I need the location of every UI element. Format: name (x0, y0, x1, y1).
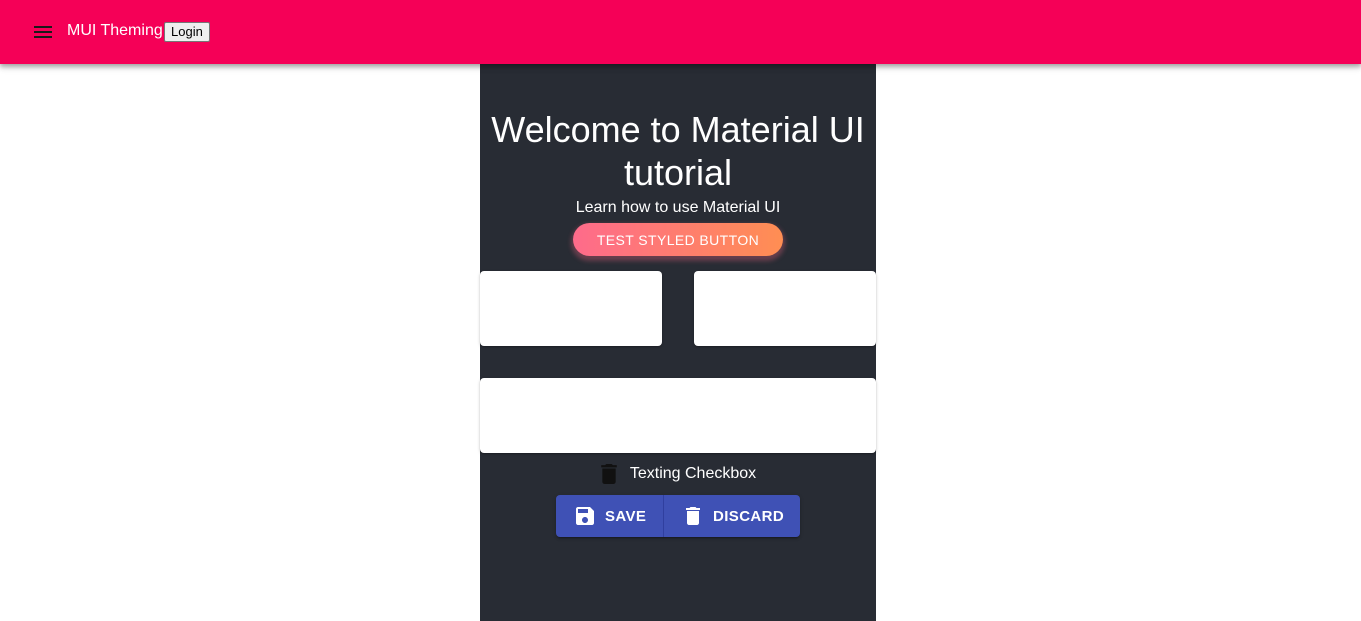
save-button[interactable]: SAVE (556, 495, 664, 537)
save-icon (576, 507, 594, 525)
checkbox-label: Texting Checkbox (629, 465, 757, 482)
button-group: SAVE DISCARD (556, 495, 800, 537)
main-panel: Welcome to Material UI tutorial Learn ho… (480, 64, 876, 621)
delete-icon (684, 507, 702, 525)
text-field-card-1[interactable] (480, 271, 662, 346)
menu-icon[interactable] (31, 20, 55, 44)
discard-button[interactable]: DISCARD (664, 495, 800, 537)
discard-button-label: DISCARD (713, 507, 785, 525)
page-subtitle: Learn how to use Material UI (575, 199, 781, 216)
trash-icon[interactable] (600, 464, 618, 484)
test-styled-button[interactable]: TEST STYLED BUTTON (573, 223, 783, 256)
app-title: MUI Theming (67, 22, 163, 39)
page-title: Welcome to Material UI tutorial (491, 109, 865, 193)
save-button-label: SAVE (605, 507, 647, 525)
text-field-card-3[interactable] (480, 378, 876, 453)
login-button[interactable]: Login (164, 22, 210, 42)
checkbox-row: Texting Checkbox (480, 460, 876, 488)
app-bar: MUI Theming Login (0, 0, 1361, 64)
text-field-card-2[interactable] (694, 271, 876, 346)
